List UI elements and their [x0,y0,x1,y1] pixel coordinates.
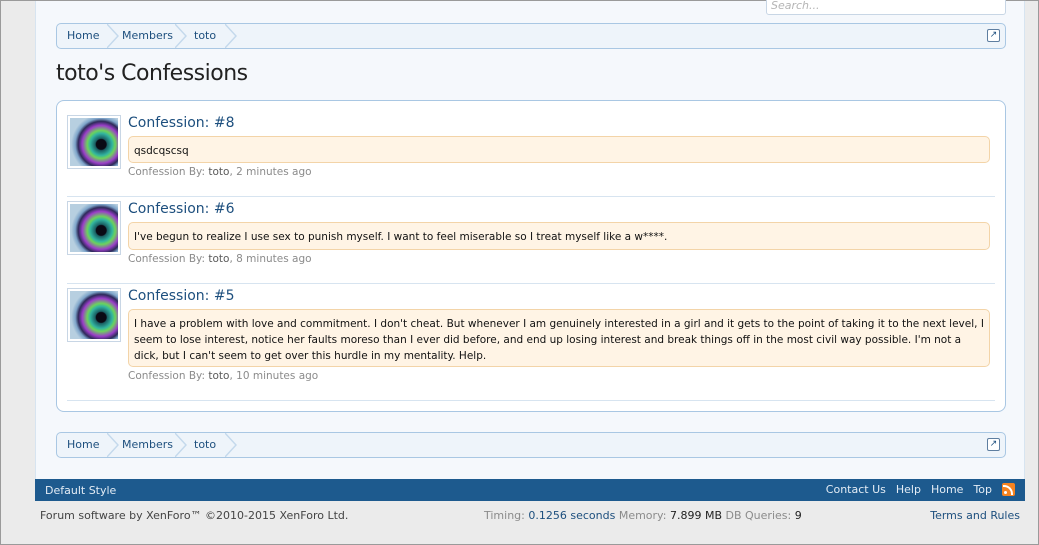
breadcrumb-separator [224,433,238,457]
author-link[interactable]: toto [208,253,229,265]
page-content: Search... Home Members toto ↗ toto's Con… [35,0,1025,479]
confession-body: qsdcqscsq [128,136,990,163]
avatar[interactable] [67,201,121,255]
timing-value[interactable]: 0.1256 seconds [528,509,615,522]
jump-to-icon[interactable]: ↗ [987,438,1000,451]
terms-link[interactable]: Terms and Rules [930,509,1020,522]
confession-meta: Confession By: toto, 10 minutes ago [128,370,318,382]
breadcrumb-home[interactable]: Home [57,433,99,457]
meta-time: , 8 minutes ago [229,253,312,265]
breadcrumb-top: Home Members toto ↗ [56,23,1006,49]
confession-meta: Confession By: toto, 8 minutes ago [128,253,312,265]
footer-link-home[interactable]: Home [931,483,963,496]
confession-body: I have a problem with love and commitmen… [128,309,990,367]
meta-prefix: Confession By: [128,253,206,265]
avatar-image [70,291,118,339]
footer-bar: Default Style Contact Us Help Home Top [35,479,1025,501]
queries-label: DB Queries: [725,509,792,522]
breadcrumb-toto[interactable]: toto [184,24,216,48]
debug-stats: Timing: 0.1256 seconds Memory: 7.899 MB … [484,509,802,522]
confession-body: I've begun to realize I use sex to punis… [128,222,990,250]
browser-viewport: Search... Home Members toto ↗ toto's Con… [0,0,1039,545]
meta-time: , 2 minutes ago [229,166,312,178]
author-link[interactable]: toto [208,166,229,178]
rss-icon[interactable] [1002,483,1015,496]
jump-to-icon[interactable]: ↗ [987,29,1000,42]
timing-label: Timing: [484,509,525,522]
footer-link-top[interactable]: Top [973,483,992,496]
footer-link-help[interactable]: Help [896,483,921,496]
bottom-bar: Forum software by XenForo™ ©2010-2015 Xe… [35,501,1025,531]
list-item: Confession: #8 qsdcqscsq Confession By: … [67,115,995,197]
avatar-image [70,204,118,252]
confession-title[interactable]: Confession: #6 [128,201,234,217]
style-chooser[interactable]: Default Style [45,484,116,497]
breadcrumb-home[interactable]: Home [57,24,99,48]
meta-time: , 10 minutes ago [229,370,319,382]
breadcrumb-bottom: Home Members toto ↗ [56,432,1006,458]
copyright-text[interactable]: Forum software by XenForo™ ©2010-2015 Xe… [40,509,348,522]
list-item: Confession: #6 I've begun to realize I u… [67,201,995,284]
search-input[interactable]: Search... [766,0,1006,15]
confession-title[interactable]: Confession: #5 [128,288,234,304]
avatar-image [70,118,118,166]
meta-prefix: Confession By: [128,370,206,382]
memory-label: Memory: [618,509,667,522]
memory-value: 7.899 MB [669,509,723,522]
avatar[interactable] [67,288,121,342]
breadcrumb-separator [224,24,238,48]
list-item: Confession: #5 I have a problem with lov… [67,288,995,401]
footer-link-contact[interactable]: Contact Us [826,483,886,496]
breadcrumb-members[interactable]: Members [112,24,173,48]
confession-meta: Confession By: toto, 2 minutes ago [128,166,312,178]
footer-links: Contact Us Help Home Top [826,483,1015,496]
meta-prefix: Confession By: [128,166,206,178]
breadcrumb-members[interactable]: Members [112,433,173,457]
breadcrumb-toto[interactable]: toto [184,433,216,457]
queries-value: 9 [794,509,802,522]
author-link[interactable]: toto [208,370,229,382]
confession-title[interactable]: Confession: #8 [128,115,234,131]
confession-list: Confession: #8 qsdcqscsq Confession By: … [56,100,1006,412]
avatar[interactable] [67,115,121,169]
page-title: toto's Confessions [56,61,248,86]
